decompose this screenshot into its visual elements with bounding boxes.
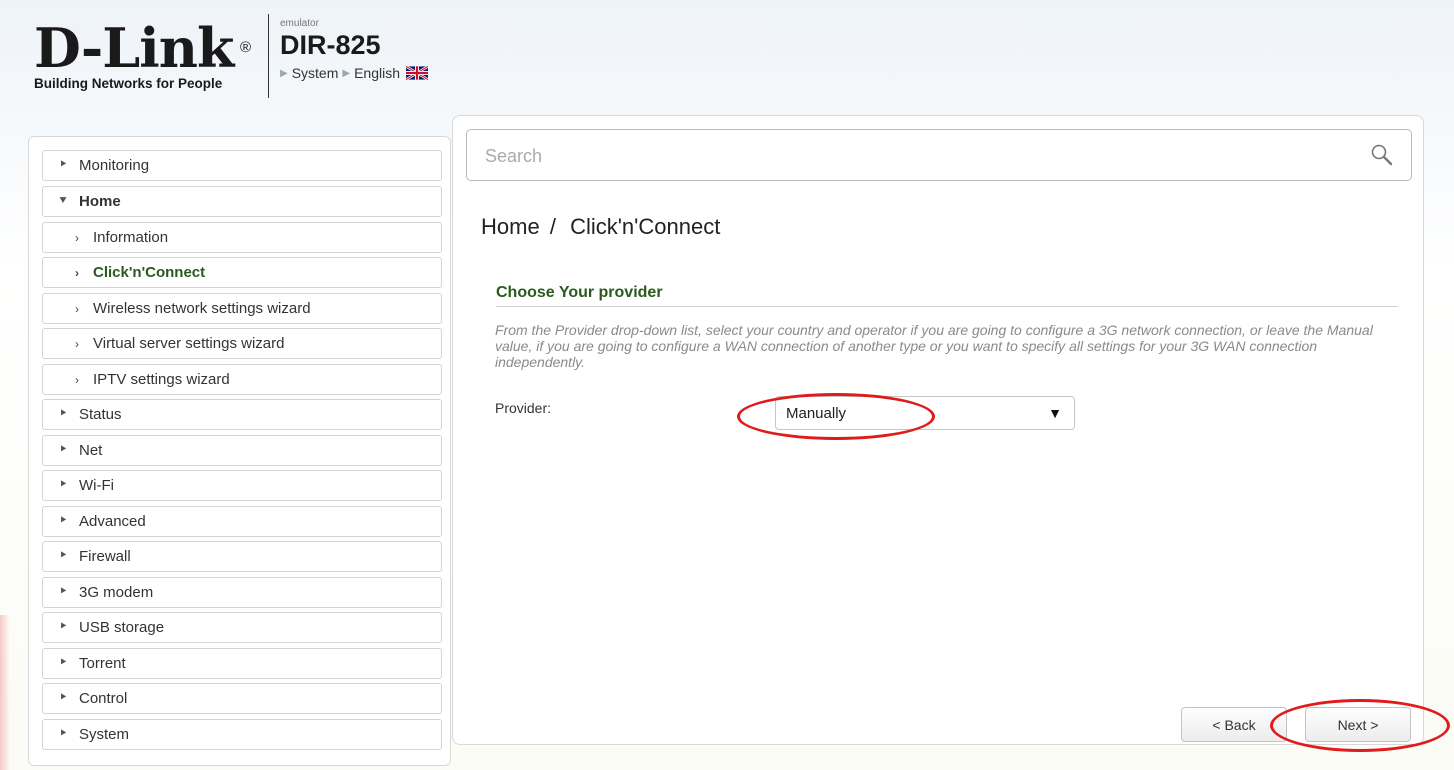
sidebar-item-iptv-wizard[interactable]: › IPTV settings wizard — [42, 364, 442, 395]
sidebar-item-monitoring[interactable]: ⯈ Monitoring — [42, 150, 442, 181]
sidebar-item-label: System — [79, 726, 130, 743]
provider-select[interactable]: Manually ▼ — [775, 396, 1075, 430]
registered-mark: ® — [240, 39, 251, 56]
emulator-label: emulator — [280, 18, 319, 29]
sidebar-item-label: Advanced — [79, 513, 146, 530]
search-box[interactable] — [466, 129, 1412, 181]
sidebar-menu: ⯈ Monitoring ⯆ Home › Information › Clic… — [28, 136, 451, 766]
header-nav: ▶ System ▶ English — [280, 65, 429, 81]
section-title: Choose Your provider — [496, 284, 1398, 307]
section-description: From the Provider drop-down list, select… — [495, 322, 1373, 370]
page-title: Home / Click'n'Connect — [481, 214, 720, 240]
search-input[interactable] — [485, 144, 1345, 168]
model-block: emulator DIR-825 ▶ System ▶ English — [280, 18, 429, 81]
search-icon[interactable] — [1369, 142, 1395, 168]
sidebar-item-home[interactable]: ⯆ Home — [42, 186, 442, 217]
chevron-right-icon: ⯈ — [58, 586, 68, 598]
sidebar-item-label: Information — [93, 229, 169, 246]
chevron-right-icon: ⯈ — [58, 479, 68, 491]
chevron-right-icon: ⯈ — [58, 515, 68, 527]
sidebar-item-information[interactable]: › Information — [42, 222, 442, 253]
sidebar-item-label: Net — [79, 442, 103, 459]
logo-text: D-Link — [34, 16, 234, 80]
sidebar-item-status[interactable]: ⯈ Status — [42, 399, 442, 430]
sidebar-item-virtual-server-wizard[interactable]: › Virtual server settings wizard — [42, 328, 442, 359]
triangle-right-icon: ▶ — [280, 67, 288, 79]
sidebar-item-wireless-wizard[interactable]: › Wireless network settings wizard — [42, 293, 442, 324]
sidebar-item-label: Click'n'Connect — [93, 264, 206, 281]
sidebar-item-clicknconnect[interactable]: › Click'n'Connect — [42, 257, 442, 288]
sidebar-item-3g-modem[interactable]: ⯈ 3G modem — [42, 577, 442, 608]
sidebar-item-label: Torrent — [79, 655, 126, 672]
arrow-right-icon: › — [75, 372, 79, 387]
sidebar-item-label: Wi-Fi — [79, 477, 114, 494]
sidebar-item-net[interactable]: ⯈ Net — [42, 435, 442, 466]
sidebar-item-system[interactable]: ⯈ System — [42, 719, 442, 750]
sidebar-item-label: USB storage — [79, 619, 165, 636]
sidebar-item-label: Status — [79, 406, 122, 423]
sidebar-item-control[interactable]: ⯈ Control — [42, 683, 442, 714]
back-button[interactable]: < Back — [1181, 707, 1287, 742]
sidebar-item-label: Wireless network settings wizard — [93, 300, 311, 317]
uk-flag-icon[interactable] — [406, 66, 429, 80]
nav-system-link[interactable]: System — [292, 65, 339, 81]
chevron-right-icon: ⯈ — [58, 444, 68, 456]
next-button[interactable]: Next > — [1305, 707, 1411, 742]
main-panel: Home / Click'n'Connect Choose Your provi… — [452, 115, 1424, 745]
arrow-right-icon: › — [75, 265, 79, 280]
breadcrumb-home[interactable]: Home — [481, 214, 540, 239]
sidebar-item-label: Firewall — [79, 548, 131, 565]
sidebar-item-torrent[interactable]: ⯈ Torrent — [42, 648, 442, 679]
triangle-right-icon: ▶ — [342, 67, 351, 79]
breadcrumb-separator: / — [549, 214, 556, 239]
sidebar-item-advanced[interactable]: ⯈ Advanced — [42, 506, 442, 537]
chevron-right-icon: ⯈ — [58, 657, 68, 669]
sidebar-item-label: Virtual server settings wizard — [93, 335, 285, 352]
sidebar-item-label: Monitoring — [79, 157, 150, 174]
arrow-right-icon: › — [75, 336, 79, 351]
chevron-right-icon: ⯈ — [58, 408, 68, 420]
header-divider — [268, 14, 269, 98]
sidebar-item-usb-storage[interactable]: ⯈ USB storage — [42, 612, 442, 643]
nav-language-link[interactable]: English — [354, 65, 400, 81]
arrow-right-icon: › — [75, 301, 79, 316]
header: D-Link ® Building Networks for People em… — [0, 0, 1454, 110]
chevron-right-icon: ⯈ — [58, 621, 68, 633]
sidebar-item-label: 3G modem — [79, 584, 154, 601]
sidebar-item-label: Control — [79, 690, 128, 707]
sidebar-item-label: Home — [79, 193, 121, 210]
chevron-right-icon: ⯈ — [58, 728, 68, 740]
provider-label: Provider: — [495, 400, 552, 416]
breadcrumb-current: Click'n'Connect — [570, 214, 721, 239]
chevron-down-icon: ⯆ — [58, 195, 68, 207]
chevron-right-icon: ⯈ — [58, 550, 68, 562]
arrow-right-icon: › — [75, 230, 79, 245]
dropdown-arrow-icon: ▼ — [1048, 405, 1062, 421]
chevron-right-icon: ⯈ — [58, 692, 68, 704]
model-name: DIR-825 — [280, 30, 381, 60]
provider-selected-value: Manually — [786, 404, 847, 422]
chevron-right-icon: ⯈ — [58, 159, 68, 171]
sidebar-item-wifi[interactable]: ⯈ Wi-Fi — [42, 470, 442, 501]
dlink-logo[interactable]: D-Link ® Building Networks for People — [34, 21, 264, 91]
sidebar-item-label: IPTV settings wizard — [93, 371, 230, 388]
sidebar-item-firewall[interactable]: ⯈ Firewall — [42, 541, 442, 572]
left-edge-decoration — [0, 615, 10, 770]
